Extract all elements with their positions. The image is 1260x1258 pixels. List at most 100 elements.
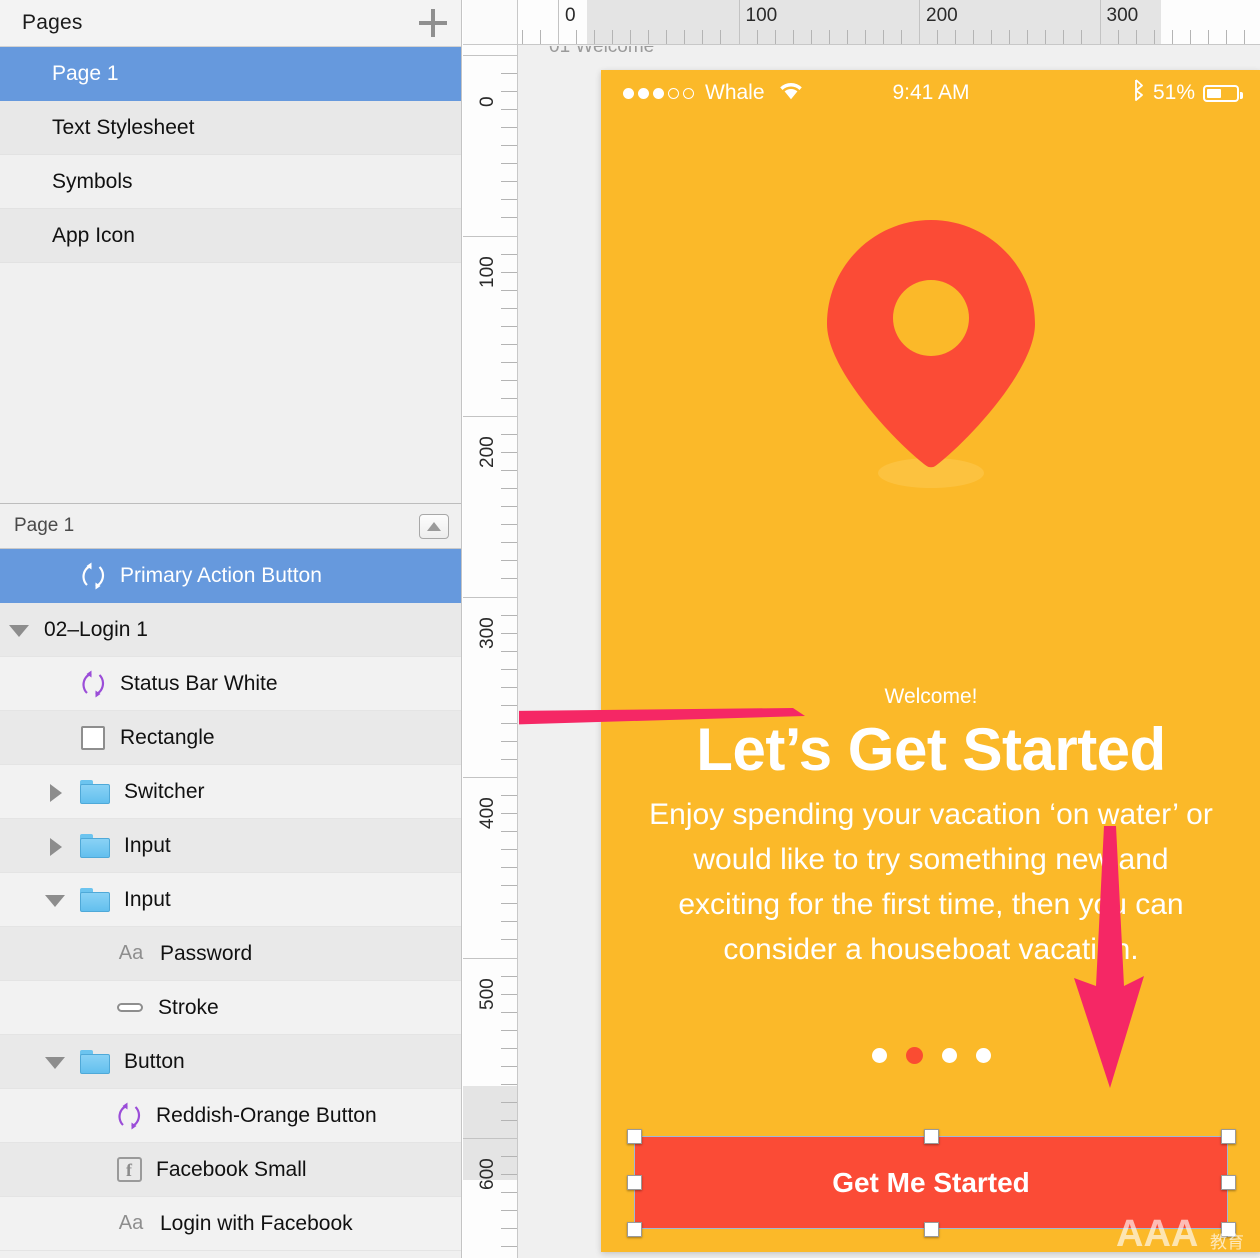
- ruler-tick: [501, 524, 517, 526]
- ruler-tick: [810, 30, 812, 44]
- ruler-label: 200: [926, 5, 958, 26]
- layers-panel-header: Page 1: [0, 503, 461, 549]
- pagination-dot[interactable]: [905, 1047, 923, 1064]
- layer-item-reddish-orange-button[interactable]: Reddish-Orange Button: [0, 1089, 461, 1143]
- page-item-page-1[interactable]: Page 1: [0, 47, 461, 101]
- ruler-tick: [648, 30, 650, 44]
- folder-icon: [80, 1049, 110, 1074]
- layer-item-rectangle[interactable]: Rectangle: [0, 711, 461, 765]
- ruler-tick: [900, 30, 902, 44]
- ruler-tick: [501, 434, 517, 436]
- ruler-tick: [684, 30, 686, 44]
- resize-handle[interactable]: [626, 1175, 642, 1190]
- pagination-dots[interactable]: [601, 1047, 1260, 1064]
- layer-item-primary-action-button[interactable]: Primary Action Button: [0, 549, 461, 603]
- pagination-dot[interactable]: [871, 1048, 887, 1063]
- ruler-tick: [501, 379, 517, 381]
- layer-item-login-with-facebook[interactable]: Aa Login with Facebook: [0, 1197, 461, 1251]
- layer-item-02-login-1[interactable]: 02–Login 1: [0, 603, 461, 657]
- layer-item-input[interactable]: Input: [0, 819, 461, 873]
- layers-list: Primary Action Button 02–Login 1 Status Ba…: [0, 549, 461, 1251]
- page-item-label: Symbols: [52, 169, 133, 193]
- hero-illustration: [601, 220, 1260, 500]
- ruler-tick: [501, 506, 517, 508]
- layer-item-label: Input: [124, 887, 171, 911]
- page-item-symbols[interactable]: Symbols: [0, 155, 461, 209]
- resize-handle[interactable]: [1220, 1175, 1236, 1190]
- ruler-tick: [501, 795, 517, 797]
- resize-handle[interactable]: [1220, 1128, 1236, 1144]
- signal-dot: [623, 87, 634, 99]
- disclosure-triangle-icon[interactable]: [44, 835, 66, 857]
- ruler-tick: [463, 235, 517, 237]
- pagination-dot[interactable]: [975, 1048, 991, 1063]
- ruler-tick: [774, 30, 776, 44]
- ruler-label: 300: [477, 616, 498, 649]
- ruler-tick: [501, 307, 517, 309]
- ruler-tick: [539, 30, 541, 44]
- ruler-tick: [463, 55, 517, 56]
- ruler-tick: [501, 1065, 517, 1067]
- ruler-tick: [501, 614, 517, 616]
- ruler-tick: [720, 30, 722, 44]
- resize-handle[interactable]: [923, 1128, 939, 1144]
- get-me-started-button[interactable]: Get Me Started: [634, 1136, 1228, 1229]
- ruler-tick: [501, 1210, 517, 1212]
- artboard-01-welcome[interactable]: Whale 9:41 AM 51% Welcome! Let’s Get Sta…: [601, 70, 1260, 1252]
- symbol-icon: [80, 562, 106, 590]
- ruler-tick: [594, 30, 596, 44]
- layer-item-label: Reddish-Orange Button: [156, 1103, 377, 1127]
- layer-item-input[interactable]: Input: [0, 873, 461, 927]
- disclosure-triangle-icon[interactable]: [44, 889, 66, 911]
- ruler-tick: [501, 109, 517, 111]
- signal-dot: [653, 87, 664, 99]
- collapse-up-icon[interactable]: [419, 513, 449, 539]
- layer-item-status-bar-white[interactable]: Status Bar White: [0, 657, 461, 711]
- page-item-text-stylesheet[interactable]: Text Stylesheet: [0, 101, 461, 155]
- ruler-tick: [882, 30, 884, 44]
- ruler-tick: [501, 1228, 517, 1230]
- resize-handle[interactable]: [1220, 1221, 1236, 1237]
- layer-item-facebook-small[interactable]: f Facebook Small: [0, 1143, 461, 1197]
- layer-item-stroke[interactable]: Stroke: [0, 981, 461, 1035]
- ruler-tick: [501, 867, 517, 869]
- layer-item-button[interactable]: Button: [0, 1035, 461, 1089]
- layer-item-switcher[interactable]: Switcher: [0, 765, 461, 819]
- ruler-tick: [501, 813, 517, 815]
- disclosure-triangle-icon[interactable]: [44, 781, 66, 803]
- ruler-tick: [864, 30, 866, 44]
- status-bar-right: 51%: [1132, 79, 1243, 107]
- page-item-app-icon[interactable]: App Icon: [0, 209, 461, 263]
- ruler-label: 200: [477, 436, 498, 468]
- disclosure-triangle-icon[interactable]: [8, 619, 30, 641]
- ruler-tick: [501, 1192, 517, 1194]
- body-text: Enjoy spending your vacation ‘on water’ …: [649, 798, 1213, 966]
- pagination-dot[interactable]: [941, 1048, 957, 1063]
- battery-percent-label: 51%: [1152, 81, 1195, 104]
- horizontal-ruler[interactable]: 01002003004: [518, 0, 1260, 45]
- layer-item-label: Password: [160, 941, 253, 965]
- ruler-tick: [1117, 30, 1119, 44]
- resize-handle[interactable]: [923, 1221, 939, 1237]
- symbol-icon: [80, 670, 106, 698]
- ruler-tick: [463, 777, 517, 778]
- vertical-ruler[interactable]: 0 100 200 300 400 500 600: [463, 45, 518, 1258]
- ruler-tick: [1081, 30, 1083, 44]
- ruler-label: 100: [745, 5, 778, 26]
- add-page-icon[interactable]: [419, 9, 447, 37]
- layers-panel-title: Page 1: [14, 515, 75, 536]
- ruler-tick: [501, 993, 517, 995]
- artboard-label[interactable]: 01 Welcome: [549, 46, 654, 58]
- canvas-viewport[interactable]: 01 Welcome Whale 9:41 AM 51% Welcome! Le…: [519, 46, 1260, 1258]
- layer-item-password[interactable]: Aa Password: [0, 927, 461, 981]
- page-item-label: Text Stylesheet: [52, 115, 195, 139]
- layer-item-label: Login with Facebook: [160, 1211, 353, 1235]
- sketch-app-window: Pages Page 1 Text Stylesheet Symbols App Ic…: [0, 0, 1260, 1258]
- ruler-tick: [463, 596, 517, 598]
- resize-handle[interactable]: [626, 1128, 642, 1144]
- disclosure-triangle-icon[interactable]: [44, 1051, 66, 1073]
- resize-handle[interactable]: [626, 1221, 642, 1237]
- ruler-label: 500: [477, 977, 498, 1010]
- page-item-label: Page 1: [52, 61, 119, 85]
